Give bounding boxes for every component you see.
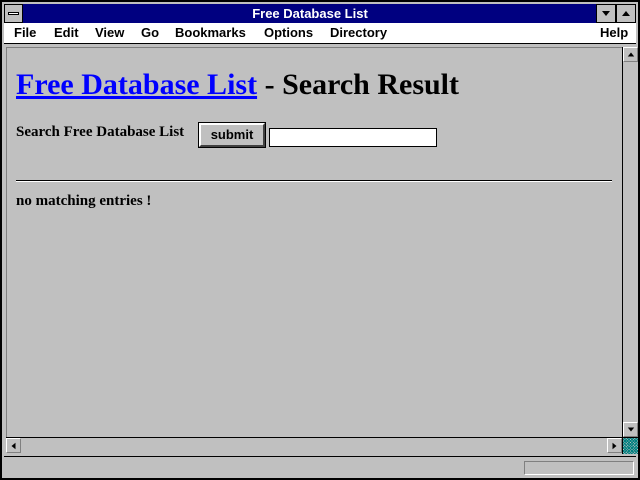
- minimize-button[interactable]: [596, 4, 616, 23]
- scroll-right-button[interactable]: [607, 438, 622, 453]
- status-progress-box: [524, 461, 634, 475]
- menu-bar: File Edit View Go Bookmarks Options Dire…: [4, 23, 636, 44]
- result-message: no matching entries !: [16, 193, 152, 209]
- vertical-scrollbar[interactable]: [622, 47, 638, 437]
- window-title: Free Database List: [252, 6, 368, 21]
- submit-button[interactable]: submit: [198, 122, 266, 148]
- scroll-left-button[interactable]: [6, 438, 21, 453]
- maximize-icon: [622, 11, 630, 16]
- scroll-up-button[interactable]: [623, 47, 638, 62]
- menu-options[interactable]: Options: [264, 25, 313, 40]
- scroll-down-icon: [627, 427, 634, 432]
- maximize-button[interactable]: [616, 4, 636, 23]
- page-title: Free Database List - Search Result: [16, 68, 459, 102]
- scroll-left-icon: [11, 442, 16, 449]
- scroll-up-icon: [627, 52, 634, 57]
- menu-edit[interactable]: Edit: [54, 25, 79, 40]
- menu-view[interactable]: View: [95, 25, 124, 40]
- menu-bookmarks[interactable]: Bookmarks: [175, 25, 246, 40]
- browser-window: Free Database List File Edit View Go Boo…: [0, 0, 640, 480]
- minimize-icon: [602, 11, 610, 16]
- system-menu-icon[interactable]: [4, 4, 23, 23]
- scroll-right-icon: [612, 442, 617, 449]
- size-grip-icon[interactable]: [622, 437, 638, 454]
- search-label: Search Free Database List: [16, 124, 185, 140]
- horizontal-rule: [16, 180, 612, 182]
- heading-link[interactable]: Free Database List: [16, 68, 257, 101]
- horizontal-scrollbar[interactable]: [6, 437, 622, 454]
- status-bar: [4, 456, 636, 478]
- document-area: Free Database List - Search Result Searc…: [6, 47, 622, 437]
- menu-directory[interactable]: Directory: [330, 25, 387, 40]
- menu-file[interactable]: File: [14, 25, 36, 40]
- heading-suffix: - Search Result: [257, 68, 460, 101]
- scroll-down-button[interactable]: [623, 422, 638, 437]
- menu-help[interactable]: Help: [600, 25, 628, 40]
- menu-go[interactable]: Go: [141, 25, 159, 40]
- search-input[interactable]: [269, 128, 437, 147]
- title-bar[interactable]: Free Database List: [4, 4, 636, 23]
